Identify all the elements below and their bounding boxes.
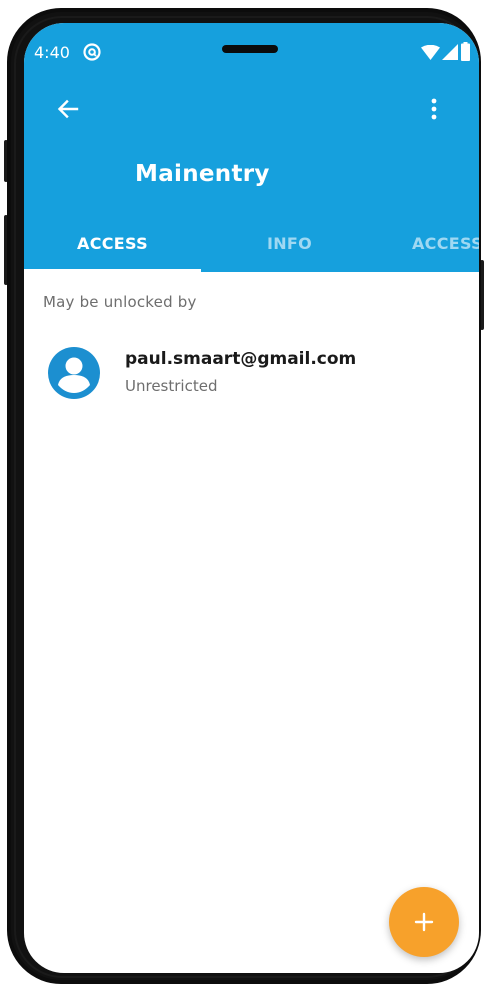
section-header: May be unlocked by	[43, 293, 197, 311]
add-button[interactable]	[389, 887, 459, 957]
camera-notch	[222, 45, 278, 53]
tab-access[interactable]: ACCESS	[24, 225, 201, 271]
overflow-menu-button[interactable]	[422, 93, 446, 125]
back-button[interactable]	[52, 93, 84, 125]
status-time: 4:40	[34, 43, 70, 62]
battery-icon	[461, 42, 470, 61]
list-item-subtitle: Unrestricted	[125, 377, 218, 395]
list-item-title: paul.smaart@gmail.com	[125, 349, 357, 369]
app-screen: 4:40 Mainentry ACCESS INFO ACCESS May be…	[24, 23, 479, 973]
arrow-left-icon	[57, 99, 79, 119]
at-sign-circle-icon	[83, 43, 101, 61]
device-mockup: 4:40 Mainentry ACCESS INFO ACCESS May be…	[0, 0, 487, 990]
tab-selected-indicator	[24, 269, 201, 272]
tab-info[interactable]: INFO	[201, 225, 378, 271]
page-title: Mainentry	[135, 161, 270, 187]
account-circle-icon	[48, 347, 100, 399]
more-vertical-icon	[431, 98, 437, 120]
wifi-icon	[421, 45, 440, 60]
tab-access-secondary[interactable]: ACCESS	[378, 225, 479, 271]
list-item[interactable]: paul.smaart@gmail.com Unrestricted	[24, 337, 479, 407]
plus-icon	[414, 912, 434, 932]
cell-signal-icon	[442, 44, 458, 60]
